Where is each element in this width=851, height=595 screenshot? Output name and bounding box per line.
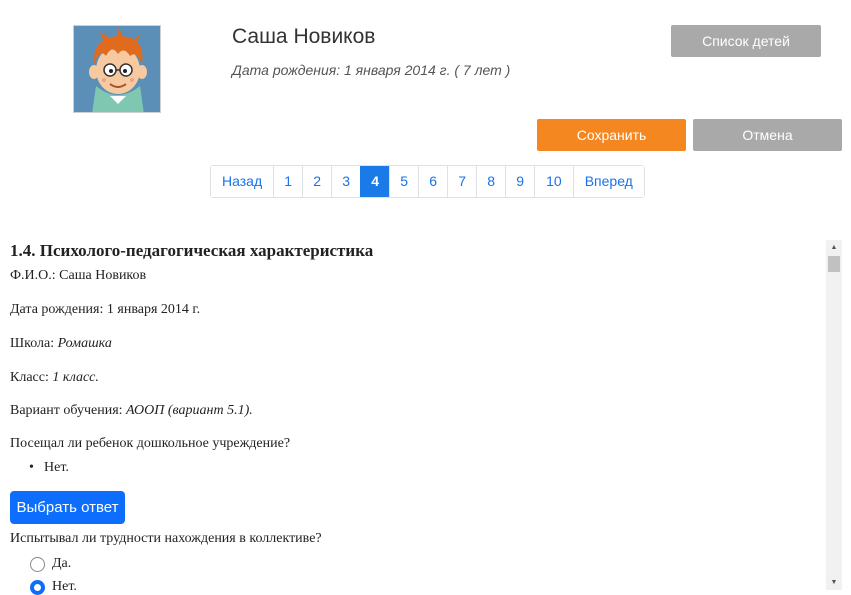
class-label: Класс: (10, 370, 49, 385)
birth-label: Дата рождения: (10, 302, 104, 317)
variant-value: АООП (вариант 5.1). (126, 403, 253, 418)
child-birth-info: Дата рождения: 1 января 2014 г. ( 7 лет … (232, 62, 511, 78)
birth-date-line: Дата рождения: 1 января 2014 г. (10, 302, 200, 318)
choose-answer-button[interactable]: Выбрать ответ (10, 491, 125, 524)
birth-value: 1 января 2014 г. (106, 302, 201, 317)
class-value: 1 класс. (52, 370, 99, 385)
school-line: Школа: Ромашка (10, 336, 112, 352)
pagination-page[interactable]: 2 (302, 166, 332, 197)
form-content: 1.4. Психолого-педагогическая характерис… (0, 238, 826, 595)
pagination-page[interactable]: 3 (331, 166, 361, 197)
pagination-page-active[interactable]: 4 (360, 166, 390, 197)
pagination-page[interactable]: 1 (273, 166, 303, 197)
pagination-next[interactable]: Вперед (572, 166, 644, 197)
child-avatar (73, 25, 161, 113)
scroll-thumb[interactable] (828, 256, 840, 272)
radio-yes[interactable] (30, 556, 45, 572)
school-label: Школа: (10, 336, 55, 351)
radio-yes-label: Да. (52, 556, 72, 571)
section-title: 1.4. Психолого-педагогическая характерис… (10, 241, 374, 260)
fio-label: Ф.И.О.: (10, 268, 56, 283)
pagination-page[interactable]: 8 (476, 166, 506, 197)
variant-line: Вариант обучения: АООП (вариант 5.1). (10, 403, 253, 419)
save-button[interactable]: Сохранить (537, 119, 686, 151)
child-name: Саша Новиков (232, 25, 376, 48)
radio-no-label: Нет. (52, 579, 77, 594)
radio-option-no[interactable]: Нет. (30, 579, 77, 595)
pagination-page[interactable]: 7 (447, 166, 477, 197)
pagination-page[interactable]: 6 (418, 166, 448, 197)
fio-value: Саша Новиков (59, 268, 147, 283)
question-team-difficulty: Испытывал ли трудности нахождения в колл… (10, 531, 322, 546)
children-list-button[interactable]: Список детей (671, 25, 821, 57)
radio-option-yes[interactable]: Да. (30, 556, 71, 572)
radio-no-selected[interactable] (30, 579, 45, 595)
answer-preschool-text: Нет. (44, 460, 69, 475)
pagination-page[interactable]: 9 (505, 166, 535, 197)
cancel-button[interactable]: Отмена (693, 119, 842, 151)
variant-label: Вариант обучения: (10, 403, 123, 418)
pagination-page[interactable]: 5 (389, 166, 419, 197)
class-line: Класс: 1 класс. (10, 370, 99, 386)
scroll-down-arrow-icon[interactable]: ▼ (826, 575, 842, 590)
pagination-prev[interactable]: Назад (211, 166, 274, 197)
school-value: Ромашка (57, 336, 112, 351)
pagination-page[interactable]: 10 (534, 166, 573, 197)
question-preschool: Посещал ли ребенок дошкольное учреждение… (10, 436, 291, 451)
fio-line: Ф.И.О.: Саша Новиков (10, 268, 146, 284)
scroll-up-arrow-icon[interactable]: ▲ (826, 240, 842, 255)
pagination: Назад 1 2 3 4 5 6 7 8 9 10 Вперед (210, 165, 645, 198)
content-scrollbar[interactable]: ▲ ▼ (826, 240, 842, 590)
answer-preschool: Нет. (29, 460, 69, 476)
